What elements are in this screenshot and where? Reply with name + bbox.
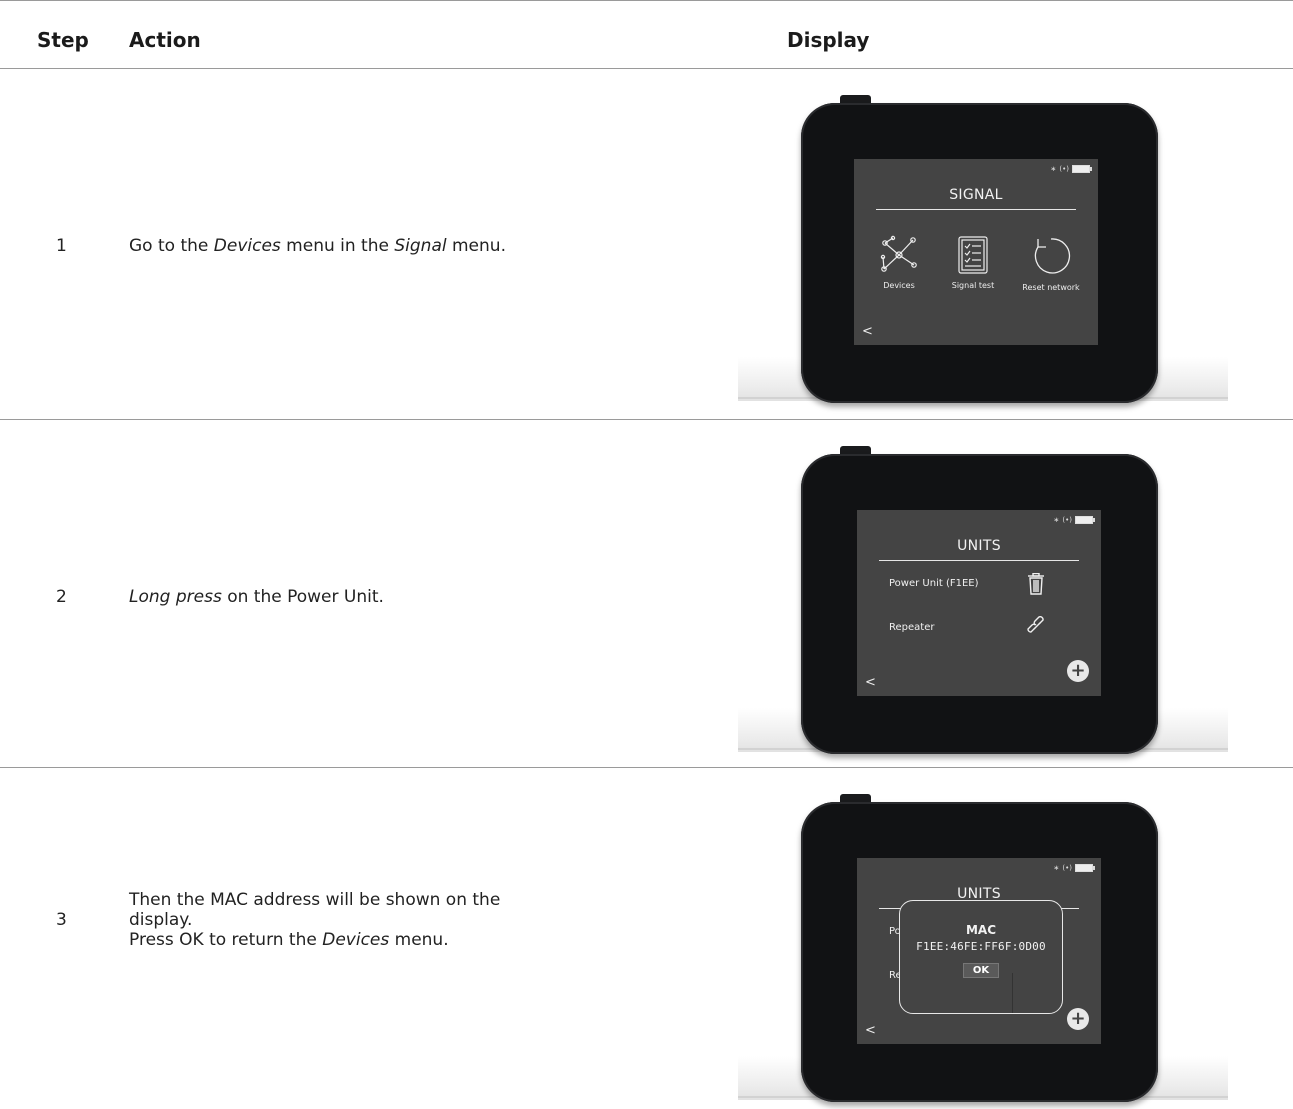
step-number: 1 xyxy=(56,236,67,256)
network-nodes-icon xyxy=(880,235,917,272)
trash-icon[interactable] xyxy=(1027,573,1045,595)
bluetooth-icon: ∗ xyxy=(1053,516,1060,524)
mac-dialog-title: MAC xyxy=(965,923,997,937)
unit-row-power-unit[interactable]: Power Unit (F1EE) xyxy=(889,573,1089,595)
title-underline xyxy=(879,560,1079,561)
screen-title: SIGNAL xyxy=(949,187,1003,203)
table-row: 2 Long press on the Power Unit. ∗ (•) UN… xyxy=(0,420,1293,767)
link-icon[interactable] xyxy=(1027,616,1047,636)
screen-title: UNITS xyxy=(957,538,1001,554)
signal-test-label: Signal test xyxy=(951,281,995,290)
add-unit-button[interactable]: + xyxy=(1067,1008,1089,1030)
bluetooth-icon: ∗ xyxy=(1053,864,1060,872)
add-unit-button[interactable]: + xyxy=(1067,660,1089,682)
top-rule xyxy=(0,0,1293,1)
battery-icon xyxy=(1075,864,1095,872)
devices-tile[interactable]: Devices xyxy=(864,235,934,290)
mac-address-value: F1EE:46FE:FF6F:0D00 xyxy=(916,940,1046,953)
header-display: Display xyxy=(787,28,870,52)
devices-label: Devices xyxy=(883,281,915,290)
device-screen: ∗ (•) SIGNAL Devices Signal test Reset n… xyxy=(854,159,1098,345)
dialog-divider xyxy=(1012,973,1013,1013)
battery-icon xyxy=(1075,516,1095,524)
status-bar: ∗ (•) xyxy=(1050,165,1092,173)
device-image: ∗ (•) UNITS Power Unit (F1EE) Repeater +… xyxy=(738,446,1228,754)
device-screen: ∗ (•) UNITS Po Re MAC F1EE:46FE:FF6F:0D0… xyxy=(857,858,1101,1044)
status-bar: ∗ (•) xyxy=(1053,864,1095,872)
title-underline xyxy=(876,209,1076,210)
step-number: 3 xyxy=(56,910,67,930)
device-image: ∗ (•) SIGNAL Devices Signal test Reset n… xyxy=(738,95,1228,403)
action-text: Then the MAC address will be shown on th… xyxy=(129,890,501,950)
back-chevron-icon[interactable]: < xyxy=(865,675,876,690)
action-text: Go to the Devices menu in the Signal men… xyxy=(129,236,506,256)
checklist-icon xyxy=(958,236,988,274)
reset-arrow-icon xyxy=(1034,238,1071,274)
wireless-icon: (•) xyxy=(1059,165,1069,173)
action-text: Long press on the Power Unit. xyxy=(129,587,384,607)
back-chevron-icon[interactable]: < xyxy=(865,1023,876,1038)
table-row: 1 Go to the Devices menu in the Signal m… xyxy=(0,69,1293,419)
bluetooth-icon: ∗ xyxy=(1050,165,1057,173)
device-screen: ∗ (•) UNITS Power Unit (F1EE) Repeater +… xyxy=(857,510,1101,696)
header-action: Action xyxy=(129,28,201,52)
status-bar: ∗ (•) xyxy=(1053,516,1095,524)
wireless-icon: (•) xyxy=(1062,516,1072,524)
unit-label: Repeater xyxy=(889,622,935,633)
ok-button[interactable]: OK xyxy=(962,963,1000,978)
back-chevron-icon[interactable]: < xyxy=(862,324,873,339)
device-image: ∗ (•) UNITS Po Re MAC F1EE:46FE:FF6F:0D0… xyxy=(738,794,1228,1102)
reset-network-label: Reset network xyxy=(1022,283,1080,292)
unit-row-repeater[interactable]: Repeater xyxy=(889,616,1089,633)
reset-network-tile[interactable]: Reset network xyxy=(1010,235,1092,292)
wireless-icon: (•) xyxy=(1062,864,1072,872)
table-row: 3 Then the MAC address will be shown on … xyxy=(0,768,1293,1109)
signal-test-tile[interactable]: Signal test xyxy=(938,235,1008,290)
step-number: 2 xyxy=(56,587,67,607)
battery-icon xyxy=(1072,165,1092,173)
header-step: Step xyxy=(37,28,89,52)
mac-dialog: MAC F1EE:46FE:FF6F:0D00 OK xyxy=(899,900,1063,1014)
unit-label: Power Unit (F1EE) xyxy=(889,578,979,589)
